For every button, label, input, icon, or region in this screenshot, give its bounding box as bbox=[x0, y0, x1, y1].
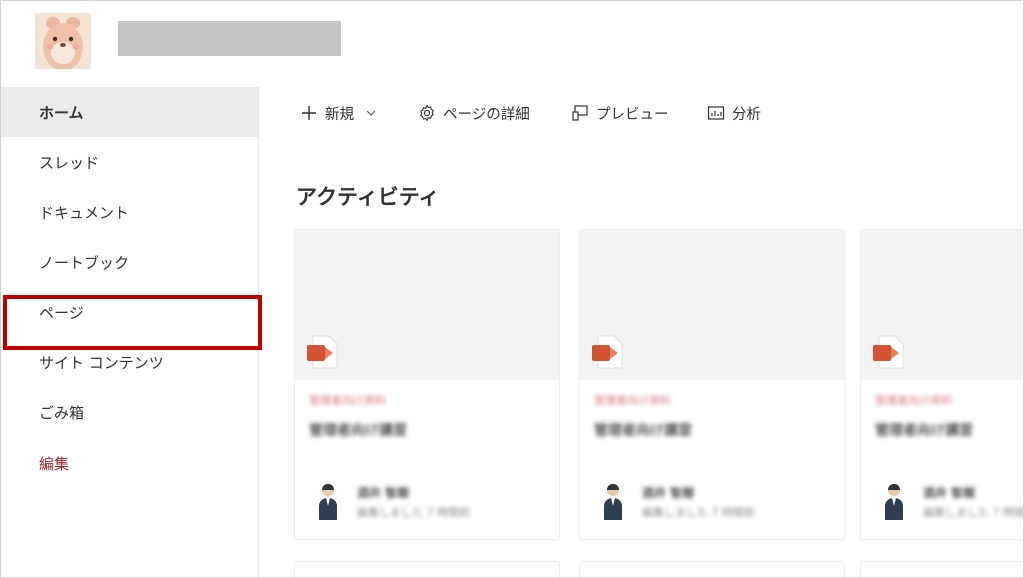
nav-item-label: 編集 bbox=[39, 454, 70, 473]
nav-item-label: ごみ箱 bbox=[39, 403, 85, 422]
preview-button[interactable]: プレビュー bbox=[570, 101, 669, 125]
analytics-label: 分析 bbox=[732, 106, 761, 123]
site-title-redacted bbox=[118, 21, 341, 56]
preview-icon bbox=[570, 103, 590, 123]
author-meta: 編集しました 7 時間前 bbox=[642, 506, 755, 519]
nav-item-label: ドキュメント bbox=[39, 203, 130, 222]
recycle-bin-highlight bbox=[3, 295, 262, 350]
analytics-button[interactable]: 分析 bbox=[706, 101, 761, 125]
activity-card-partial[interactable] bbox=[860, 561, 1023, 577]
plus-icon bbox=[299, 103, 319, 123]
activity-card[interactable]: 管理者向け資料 管理者向け講習 酒井 智樹 編集しました 7 時間前 bbox=[579, 229, 845, 540]
site-header bbox=[1, 1, 1023, 87]
gear-icon bbox=[417, 103, 437, 123]
new-button[interactable]: 新規 bbox=[299, 101, 376, 125]
author-meta: 編集しました 7 時間前 bbox=[923, 506, 1024, 519]
author-name: 酒井 智樹 bbox=[357, 486, 410, 500]
nav-item-threads[interactable]: スレッド bbox=[1, 137, 258, 187]
powerpoint-file-icon bbox=[305, 334, 339, 370]
activity-card-partial[interactable] bbox=[294, 561, 560, 577]
nav-item-recycle-bin[interactable]: ごみ箱 bbox=[1, 387, 258, 437]
author-avatar bbox=[602, 482, 624, 520]
powerpoint-file-icon bbox=[871, 334, 905, 370]
chevron-down-icon bbox=[366, 108, 376, 118]
author-name: 酒井 智樹 bbox=[923, 486, 976, 500]
card-category: 管理者向け資料 bbox=[309, 394, 386, 407]
nav-item-label: サイト コンテンツ bbox=[39, 353, 164, 372]
nav-item-notebook[interactable]: ノートブック bbox=[1, 237, 258, 287]
analytics-icon bbox=[706, 103, 726, 123]
page-details-button[interactable]: ページの詳細 bbox=[417, 101, 530, 125]
powerpoint-file-icon bbox=[590, 334, 624, 370]
author-name: 酒井 智樹 bbox=[642, 486, 695, 500]
activity-card[interactable]: 管理者向け資料 管理者向け講習 酒井 智樹 編集しました 7 時間前 bbox=[294, 229, 560, 540]
activity-heading: アクティビティ bbox=[296, 185, 440, 209]
card-title[interactable]: 管理者向け講習 bbox=[594, 420, 692, 440]
card-title[interactable]: 管理者向け講習 bbox=[875, 420, 973, 440]
card-title[interactable]: 管理者向け講習 bbox=[309, 420, 407, 440]
author-avatar bbox=[317, 482, 339, 520]
hamster-avatar-icon[interactable] bbox=[35, 13, 91, 69]
preview-label: プレビュー bbox=[596, 106, 669, 123]
activity-card-partial[interactable] bbox=[579, 561, 845, 577]
nav-edit-link[interactable]: 編集 bbox=[1, 438, 258, 488]
author-meta: 編集しました 7 時間前 bbox=[357, 506, 470, 519]
nav-item-home[interactable]: ホーム bbox=[1, 87, 258, 137]
page-details-label: ページの詳細 bbox=[443, 106, 530, 123]
card-category: 管理者向け資料 bbox=[875, 394, 952, 407]
nav-item-label: ホーム bbox=[39, 103, 84, 122]
sharepoint-window: ホーム スレッド ドキュメント ノートブック ページ サイト コンテンツ ごみ箱… bbox=[0, 0, 1024, 578]
nav-item-documents[interactable]: ドキュメント bbox=[1, 187, 258, 237]
nav-item-label: スレッド bbox=[39, 153, 100, 172]
card-category: 管理者向け資料 bbox=[594, 394, 671, 407]
new-button-label: 新規 bbox=[325, 106, 354, 123]
activity-card[interactable]: 管理者向け資料 管理者向け講習 酒井 智樹 編集しました 7 時間前 bbox=[860, 229, 1024, 540]
author-avatar bbox=[883, 482, 905, 520]
nav-item-label: ノートブック bbox=[39, 253, 130, 272]
